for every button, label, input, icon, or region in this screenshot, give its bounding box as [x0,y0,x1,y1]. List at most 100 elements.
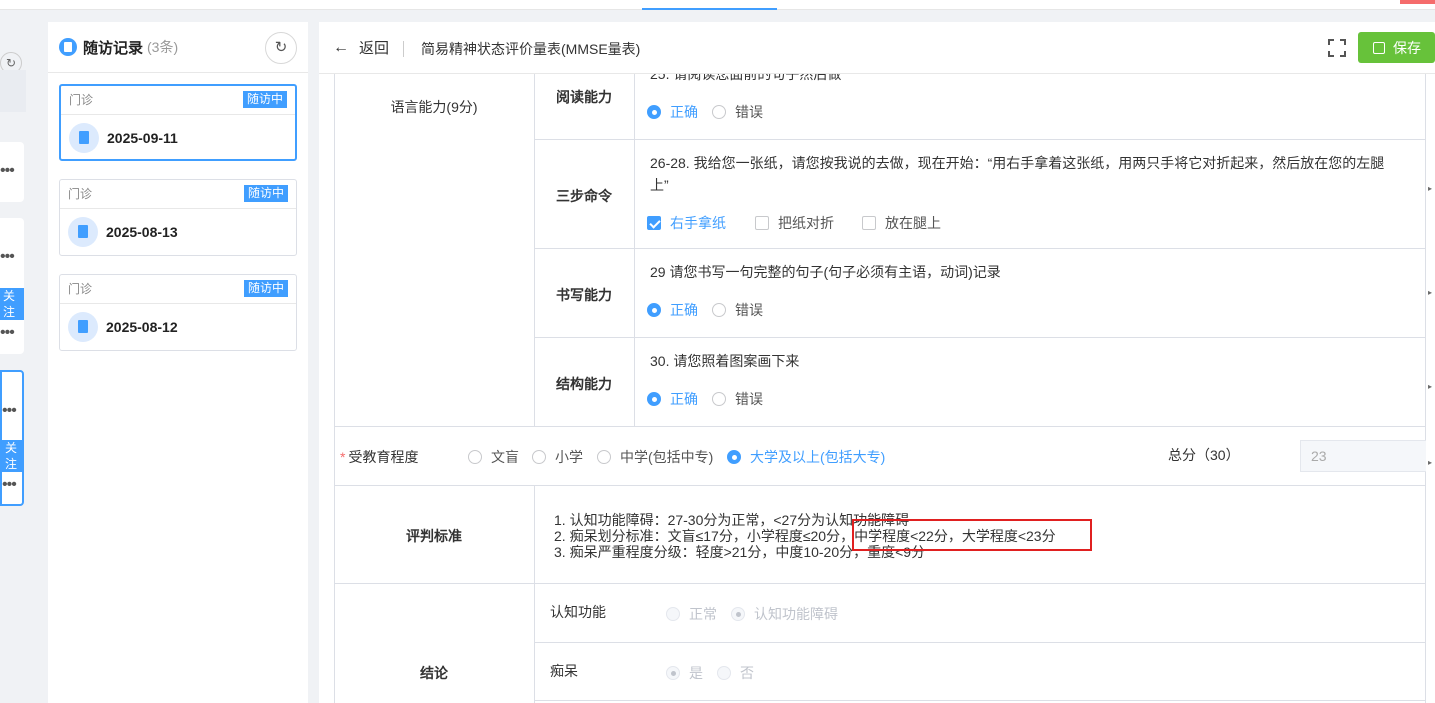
status-badge: 随访中 [242,91,287,108]
back-button[interactable]: ← 返回 [333,37,389,58]
top-right-clipped-element [1400,0,1435,4]
follow-tag: 关注 [0,288,24,320]
three-step-option-on-leg[interactable]: 放在腿上 [862,213,941,233]
page-title: 简易精神状态评价量表(MMSE量表) [421,41,641,57]
more-icon[interactable]: ••• [2,476,17,494]
option-label: 把纸对折 [778,215,834,231]
radio-icon [468,450,482,464]
mmse-form-table: 语言能力(9分) 阅读能力 25. 请阅读您面前的句子然后做 正确 错误 三步命… [334,74,1426,703]
radio-checked-icon [727,450,741,464]
save-button[interactable]: 保存 [1358,32,1435,63]
three-step-option-right-hand[interactable]: 右手拿纸 [647,213,726,233]
writing-option-wrong[interactable]: 错误 [712,300,763,320]
total-score-field[interactable]: 23 [1300,440,1426,472]
save-label: 保存 [1393,39,1421,56]
radio-checked-icon [647,392,661,406]
assessment-header: ← 返回 简易精神状态评价量表(MMSE量表) 保存 [319,22,1435,74]
option-label: 右手拿纸 [670,215,726,231]
structure-question: 30. 请您照着图案画下来 [650,353,800,369]
more-icon[interactable]: ••• [0,248,15,266]
record-type: 门诊 [69,93,94,107]
reading-option-wrong[interactable]: 错误 [712,102,763,122]
dementia-option-no[interactable]: 否 [717,663,754,683]
status-badge: 随访中 [243,280,288,297]
record-date: 2025-08-13 [106,224,178,240]
reading-label: 阅读能力 [556,89,612,105]
structure-option-correct[interactable]: 正确 [647,389,698,409]
left-clipped-column: ↻ ••• ••• 关注 ••• ••• 关注 ••• [0,22,34,703]
more-icon[interactable]: ••• [0,162,15,180]
three-step-option-fold[interactable]: 把纸对折 [755,213,834,233]
more-icon[interactable]: ••• [0,324,15,342]
writing-question: 29 请您书写一句完整的句子(句子必须有主语，动词)记录 [650,264,1001,280]
followup-record[interactable]: 门诊 随访中 2025-09-11 [59,84,297,161]
education-option-middle[interactable]: 中学(包括中专) [597,447,713,467]
writing-label: 书写能力 [556,287,612,303]
clipboard-icon [68,312,98,342]
followup-header: 随访记录 (3条) ↻ [48,22,308,73]
left-card[interactable]: ••• 关注 ••• [0,218,24,354]
followup-panel: 随访记录 (3条) ↻ 门诊 随访中 2025-09-11 门诊 随访中 202… [48,22,308,703]
structure-option-wrong[interactable]: 错误 [712,389,763,409]
clipboard-icon [59,38,77,56]
top-tab-strip [0,0,1435,10]
radio-icon [717,666,731,680]
cognitive-option-normal[interactable]: 正常 [666,604,717,624]
left-card-selected[interactable]: ••• 关注 ••• [0,370,24,506]
caret-right-icon[interactable]: ▸ [1428,184,1434,193]
header-divider [403,41,404,57]
option-label: 放在腿上 [885,215,941,231]
checkbox-icon [862,216,876,230]
option-label: 错误 [735,391,763,407]
option-label: 小学 [555,449,583,465]
record-date: 2025-09-11 [107,130,178,146]
caret-right-icon[interactable]: ▸ [1428,458,1434,467]
radio-icon [666,607,680,621]
save-icon [1373,41,1385,54]
followup-record[interactable]: 门诊 随访中 2025-08-12 [59,274,297,351]
option-label: 错误 [735,302,763,318]
assessment-panel: ← 返回 简易精神状态评价量表(MMSE量表) 保存 语言能力(9分) 阅读能力… [319,22,1435,703]
education-option-illiterate[interactable]: 文盲 [468,447,519,467]
clipboard-icon [68,217,98,247]
refresh-icon[interactable]: ↻ [265,32,297,64]
follow-tag: 关注 [2,440,22,472]
cognitive-option-impaired[interactable]: 认知功能障碍 [731,604,838,624]
writing-option-correct[interactable]: 正确 [647,300,698,320]
arrow-left-icon: ← [333,38,349,56]
radio-checked-icon [647,303,661,317]
followup-record[interactable]: 门诊 随访中 2025-08-13 [59,179,297,256]
option-label: 正确 [670,302,698,318]
caret-right-icon[interactable]: ▸ [1428,382,1434,391]
more-icon[interactable]: ••• [2,402,17,420]
reading-option-correct[interactable]: 正确 [647,102,698,122]
followup-count: (3条) [147,39,179,55]
three-step-label: 三步命令 [556,188,612,204]
required-mark: * [340,449,346,465]
clipboard-icon [69,123,99,153]
option-label: 正常 [689,606,717,622]
radio-checked-icon [731,607,745,621]
option-label: 中学(包括中专) [620,449,714,465]
left-card[interactable]: ••• [0,142,24,202]
option-label: 错误 [735,104,763,120]
dementia-label: 痴呆 [550,663,578,679]
three-step-question-line1: 26-28. 我给您一张纸，请您按我说的去做，现在开始：“用右手拿着这张纸，用两… [650,155,1385,171]
followup-title: 随访记录 [83,39,144,57]
fullscreen-icon[interactable] [1328,39,1346,57]
caret-right-icon[interactable]: ▸ [1428,288,1434,297]
education-label-text: 受教育程度 [348,449,419,465]
record-date: 2025-08-12 [106,319,178,335]
dementia-option-yes[interactable]: 是 [666,663,703,683]
checkbox-icon [755,216,769,230]
education-option-college[interactable]: 大学及以上(包括大专) [727,447,885,467]
status-badge: 随访中 [243,185,288,202]
radio-checked-icon [666,666,680,680]
total-score-label: 总分（30） [1168,447,1240,463]
active-tab-indicator [642,8,777,10]
radio-checked-icon [647,105,661,119]
record-type: 门诊 [68,187,93,201]
right-edge-handles: ▸ ▸ ▸ ▸ [1426,74,1435,703]
option-label: 认知功能障碍 [754,606,838,622]
education-option-primary[interactable]: 小学 [532,447,583,467]
